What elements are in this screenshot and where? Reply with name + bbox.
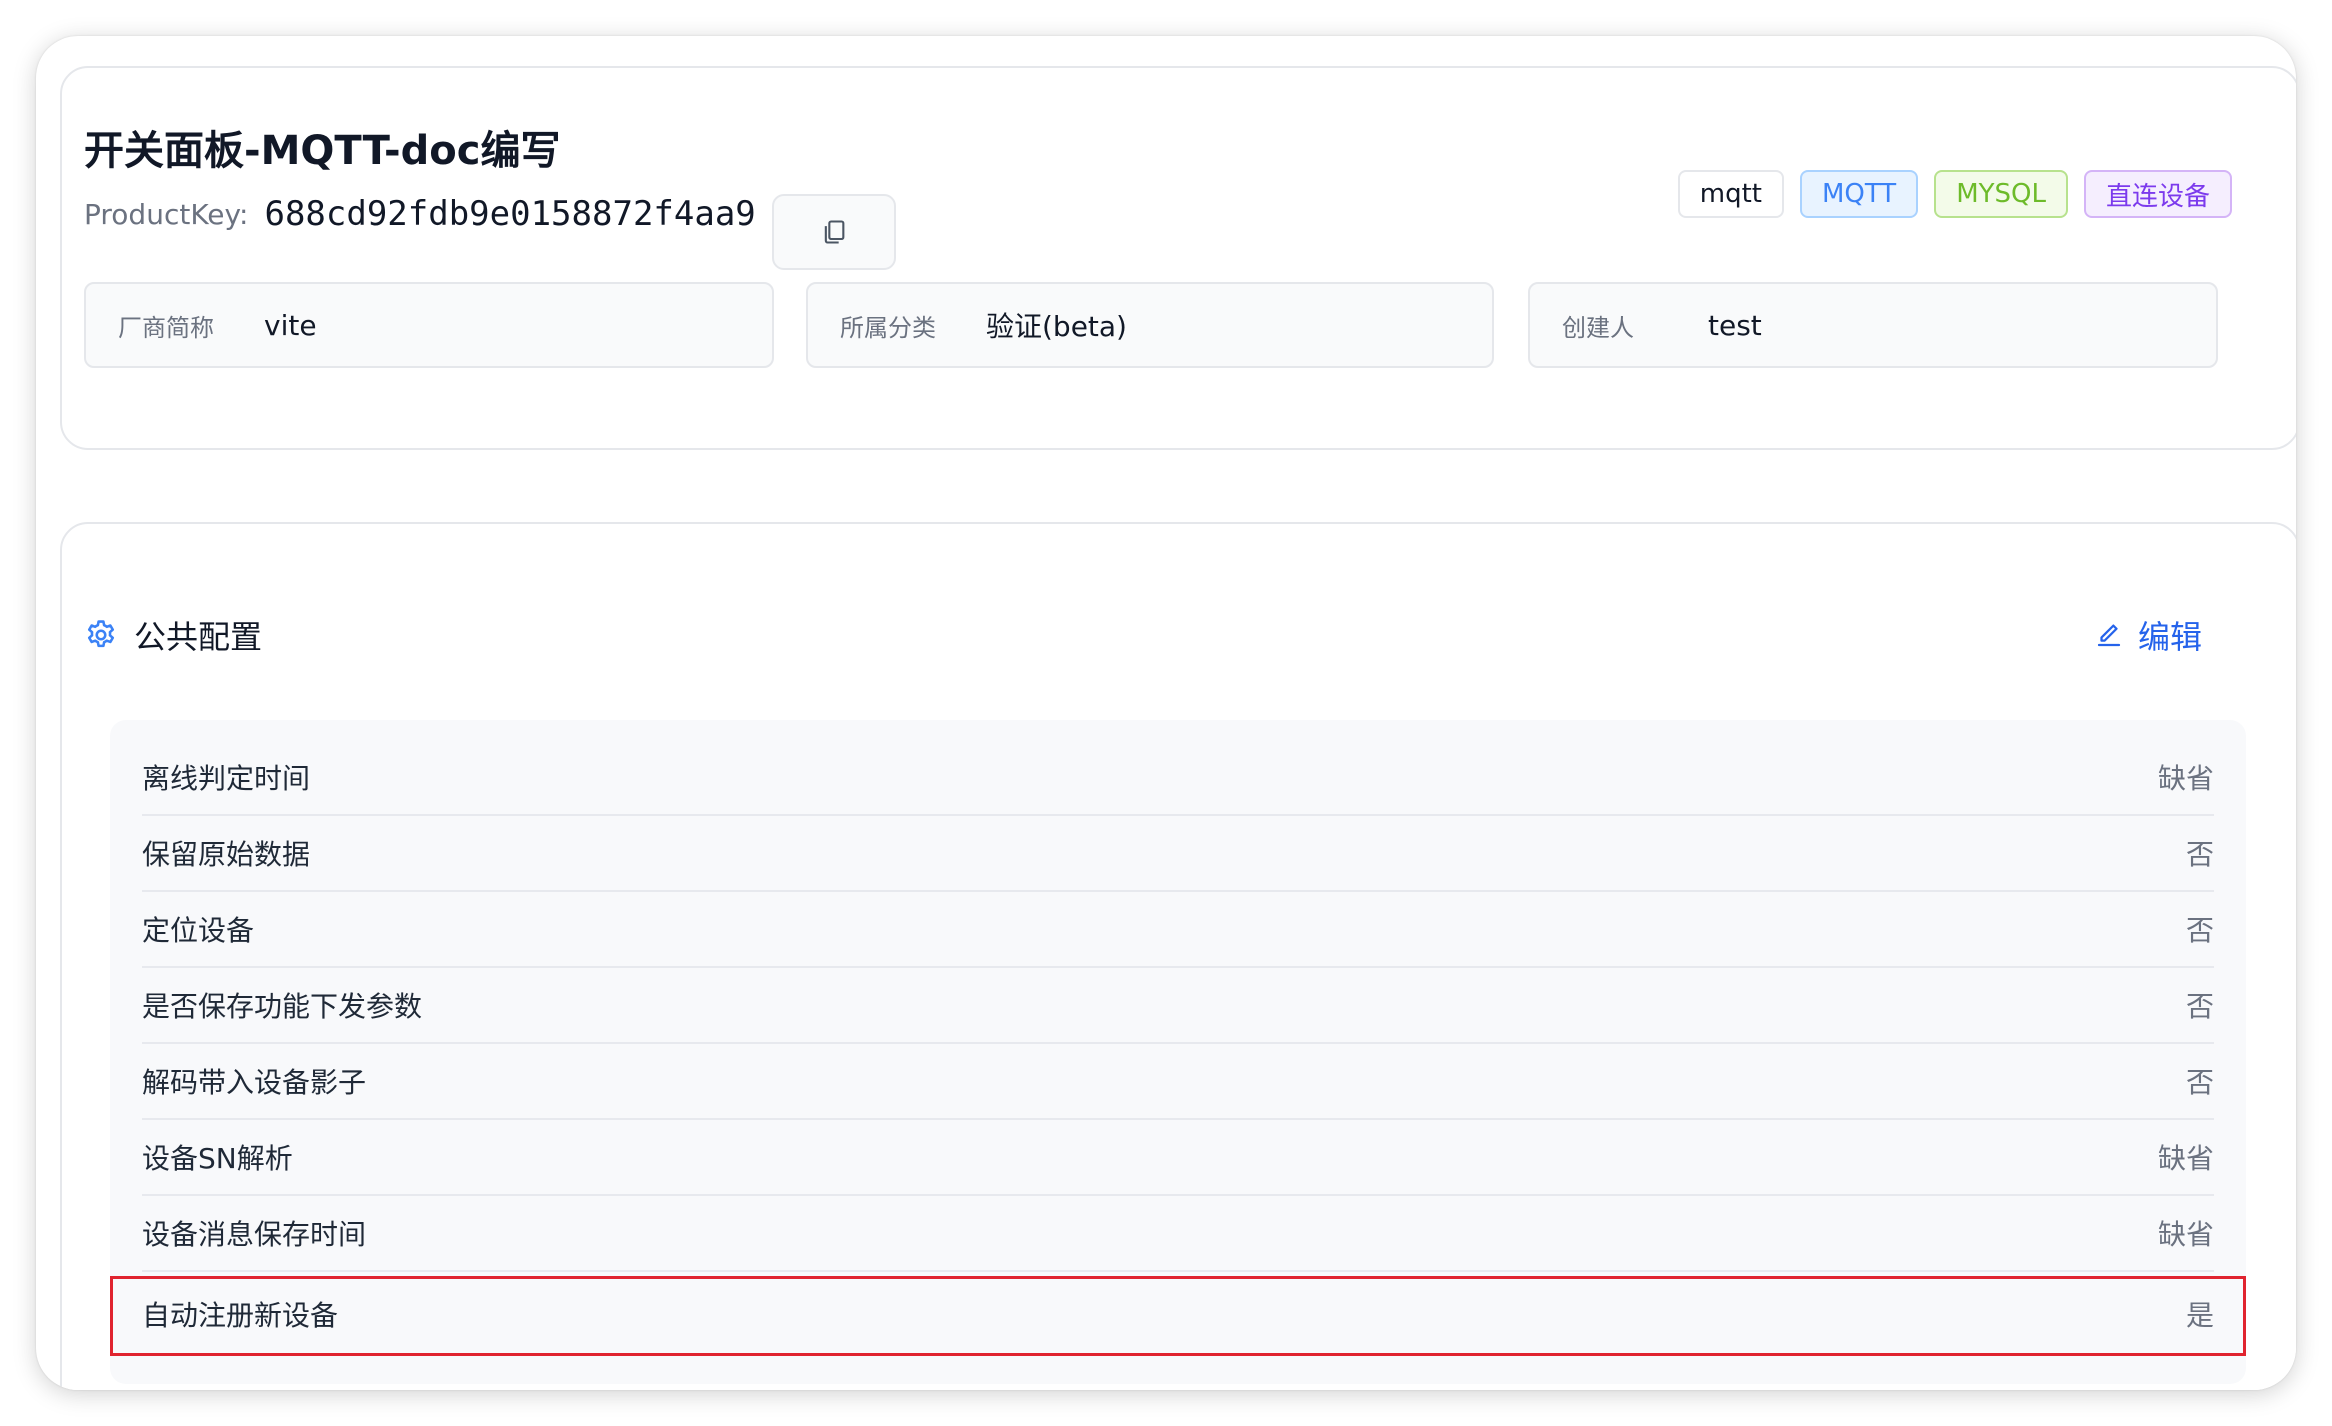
- config-row-locate-device: 定位设备 否: [142, 892, 2214, 968]
- config-row-decode-shadow: 解码带入设备影子 否: [142, 1044, 2214, 1120]
- config-key: 设备SN解析: [142, 1142, 293, 1175]
- config-key: 保留原始数据: [142, 838, 311, 871]
- config-value: 缺省: [2157, 1218, 2214, 1251]
- config-value: 否: [2185, 1066, 2214, 1099]
- config-value: 缺省: [2157, 762, 2214, 795]
- product-key-row: ProductKey: 688cd92fdb9e0158872f4aa9: [84, 194, 756, 234]
- product-key-label: ProductKey:: [84, 197, 249, 231]
- info-creator-label: 创建人: [1562, 313, 1634, 342]
- info-category-value: 验证(beta): [986, 310, 1127, 343]
- info-vendor-label: 厂商简称: [118, 313, 214, 342]
- tag-direct-device: 直连设备: [2083, 170, 2232, 218]
- tag-protocol: mqtt: [1677, 170, 1784, 218]
- config-row-offline-time: 离线判定时间 缺省: [142, 740, 2214, 816]
- product-tags: mqtt MQTT MYSQL 直连设备: [1677, 170, 2232, 218]
- config-value: 缺省: [2157, 1142, 2214, 1175]
- info-vendor-value: vite: [264, 308, 317, 342]
- config-key: 解码带入设备影子: [142, 1066, 367, 1099]
- config-value: 否: [2185, 838, 2214, 871]
- info-category-label: 所属分类: [840, 313, 936, 342]
- gear-icon: [87, 620, 115, 648]
- info-vendor: 厂商简称 vite: [84, 282, 774, 368]
- config-row-sn-parse: 设备SN解析 缺省: [142, 1120, 2214, 1196]
- config-value: 否: [2185, 914, 2214, 947]
- info-creator: 创建人 test: [1528, 282, 2218, 368]
- edit-button-label: 编辑: [2137, 618, 2202, 656]
- copy-icon: [824, 220, 845, 244]
- tag-mysql: MYSQL: [1934, 170, 2068, 218]
- section-header: 公共配置: [84, 612, 262, 658]
- app-window: 开关面板-MQTT-doc编写 ProductKey: 688cd92fdb9e…: [36, 36, 2296, 1390]
- product-title: 开关面板-MQTT-doc编写: [84, 128, 561, 174]
- info-category: 所属分类 验证(beta): [806, 282, 1494, 368]
- config-key: 设备消息保存时间: [142, 1218, 367, 1251]
- pencil-icon: [2097, 624, 2121, 647]
- config-key: 是否保存功能下发参数: [142, 990, 423, 1023]
- config-row-message-retention: 设备消息保存时间 缺省: [142, 1196, 2214, 1272]
- config-row-keep-raw-data: 保留原始数据 否: [142, 816, 2214, 892]
- section-title: 公共配置: [134, 618, 263, 656]
- copy-product-key-button[interactable]: [772, 194, 896, 270]
- edit-button[interactable]: 编辑: [2094, 612, 2202, 658]
- tag-mqtt: MQTT: [1799, 170, 1919, 218]
- highlight-box: [110, 1276, 2246, 1356]
- config-key: 离线判定时间: [142, 762, 311, 795]
- product-key-value: 688cd92fdb9e0158872f4aa9: [264, 194, 756, 234]
- config-value: 否: [2185, 990, 2214, 1023]
- info-creator-value: test: [1708, 308, 1762, 342]
- config-row-save-params: 是否保存功能下发参数 否: [142, 968, 2214, 1044]
- config-key: 定位设备: [142, 914, 255, 947]
